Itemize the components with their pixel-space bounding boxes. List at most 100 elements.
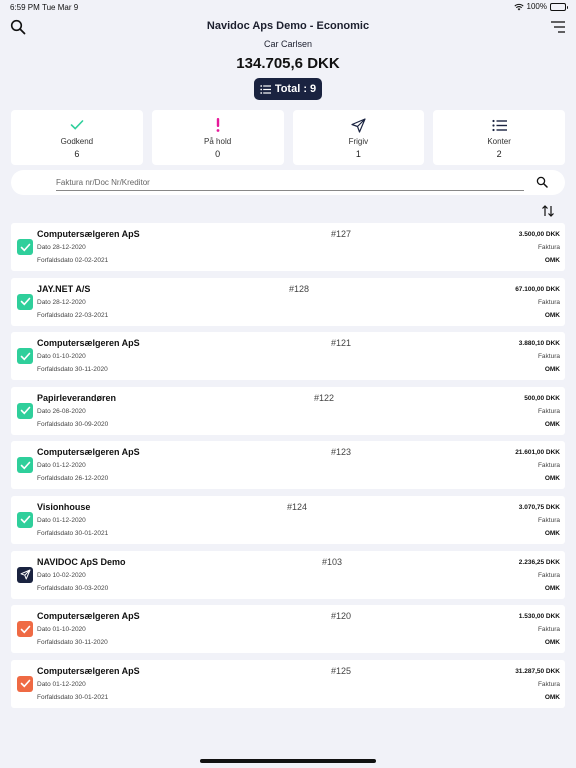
invoice-amount: 500,00 DKK [524,394,560,402]
invoice-number: #103 [322,556,343,567]
cost-type: OMK [544,475,560,483]
check-icon [20,679,30,688]
tile-label: Frigiv [348,137,369,146]
approve-checkbox[interactable] [17,293,33,310]
creditor-name: Computersælgeren ApS [37,229,140,239]
document-type: Faktura [537,298,560,306]
check-icon [20,461,30,470]
invoice-amount: 21.601,00 DKK [515,449,560,457]
invoice-date: Dato 28-12-2020 [37,244,86,251]
home-indicator[interactable] [200,759,376,763]
cost-type: OMK [544,311,560,319]
invoice-date: Dato 01-12-2020 [37,462,86,470]
invoice-card[interactable]: Computersælgeren ApS Dato 01-12-2020 For… [11,659,565,708]
invoice-date: Dato 01-12-2020 [37,680,86,688]
invoice-card[interactable]: Computersælgeren ApS Dato 01-10-2020 For… [11,332,565,381]
tile-label: Godkend [60,137,94,146]
tile-count: 0 [215,149,221,159]
status-date: Tue Mar 9 [42,3,79,12]
invoice-amount: 1.530,00 DKK [518,613,560,621]
check-icon [20,243,30,251]
page-title: Navidoc Aps Demo - Economic [206,20,370,32]
cost-type: OMK [544,420,560,428]
approve-checkbox[interactable] [17,457,33,474]
paper-plane-icon [350,117,366,133]
invoice-amount: 3.500,00 DKK [518,231,560,238]
tile-paa-hold[interactable]: På hold 0 [151,110,284,165]
invoice-amount: 3.880,10 DKK [518,340,560,348]
tile-count: 2 [496,149,502,159]
release-status[interactable] [17,566,33,583]
document-type: Faktura [537,244,560,251]
search-icon[interactable] [536,176,548,188]
cost-type: OMK [544,257,560,264]
approve-checkbox[interactable] [17,348,33,365]
invoice-date: Dato 10-02-2020 [37,571,86,579]
due-date: Forfaldsdato 30-09-2020 [37,420,109,428]
invoice-amount: 2.236,25 DKK [518,558,560,566]
total-label: Total : 9 [274,83,317,95]
wifi-icon [513,3,524,10]
invoice-card[interactable]: JAY.NET A/S Dato 28-12-2020 Forfaldsdato… [11,277,565,326]
check-icon [20,516,30,524]
creditor-name: Computersælgeren ApS [37,338,140,349]
status-time: 6:59 PM [10,3,40,12]
approve-checkbox[interactable] [17,402,33,419]
invoice-number: #125 [331,665,352,676]
due-date: Forfaldsdato 30-11-2020 [37,366,108,374]
search-bar [11,170,565,195]
creditor-name: JAY.NET A/S [37,283,91,294]
invoice-number: #122 [314,392,335,403]
posting-checkbox[interactable] [17,675,33,692]
invoice-number: #127 [331,229,352,239]
check-icon [20,406,30,415]
invoice-number: #120 [331,611,352,622]
tile-count: 1 [355,149,361,159]
document-type: Faktura [537,626,560,634]
document-type: Faktura [537,462,560,470]
battery-percent: 100% [526,2,547,11]
creditor-name: Computersælgeren ApS [37,447,140,458]
check-icon [20,297,30,306]
creditor-name: Computersælgeren ApS [37,665,140,676]
document-type: Faktura [537,516,560,524]
list-icon [491,117,507,133]
total-button[interactable]: Total : 9 [254,78,322,100]
invoice-date: Dato 26-08-2020 [37,407,86,415]
invoice-card[interactable]: Visionhouse Dato 01-12-2020 Forfaldsdato… [11,495,565,544]
invoice-number: #128 [289,283,310,294]
invoice-card[interactable]: Computersælgeren ApS Dato 01-12-2020 For… [11,441,565,490]
invoice-card[interactable]: Computersælgeren ApS Dato 28-12-2020 For… [11,223,565,271]
tile-label: På hold [204,137,232,146]
invoice-card[interactable]: Papirleverandøren Dato 26-08-2020 Forfal… [11,386,565,435]
due-date: Forfaldsdato 02-02-2021 [37,257,109,264]
invoice-card[interactable]: NAVIDOC ApS Demo Dato 10-02-2020 Forfald… [11,550,565,599]
invoice-number: #124 [287,501,308,512]
filter-tiles: Godkend 6 På hold 0 Frigiv 1 Konter 2 [11,110,565,165]
approve-checkbox[interactable] [17,239,33,255]
posting-checkbox[interactable] [17,621,33,638]
status-bar: 6:59 PM Tue Mar 9 100% [0,0,576,14]
approve-checkbox[interactable] [17,511,33,528]
due-date: Forfaldsdato 30-03-2020 [37,584,109,592]
tile-frigiv[interactable]: Frigiv 1 [292,110,425,165]
document-type: Faktura [537,353,560,361]
due-date: Forfaldsdato 22-03-2021 [37,311,109,319]
tile-godkend[interactable]: Godkend 6 [11,110,143,165]
tile-konter[interactable]: Konter 2 [433,110,565,165]
tile-label: Konter [487,137,511,146]
document-type: Faktura [537,407,560,415]
search-input[interactable] [56,175,524,191]
document-type: Faktura [537,571,560,579]
sort-icon[interactable] [541,205,555,217]
exclamation-icon [210,117,226,133]
cost-type: OMK [544,366,560,374]
paper-plane-icon [20,569,30,580]
invoice-card[interactable]: Computersælgeren ApS Dato 01-10-2020 For… [11,605,565,654]
creditor-name: Computersælgeren ApS [37,611,140,622]
invoice-date: Dato 01-10-2020 [37,626,86,634]
tile-count: 6 [74,149,80,159]
due-date: Forfaldsdato 30-01-2021 [37,529,109,537]
invoice-amount: 67.100,00 DKK [515,285,560,293]
invoice-amount: 3.070,75 DKK [518,503,560,511]
